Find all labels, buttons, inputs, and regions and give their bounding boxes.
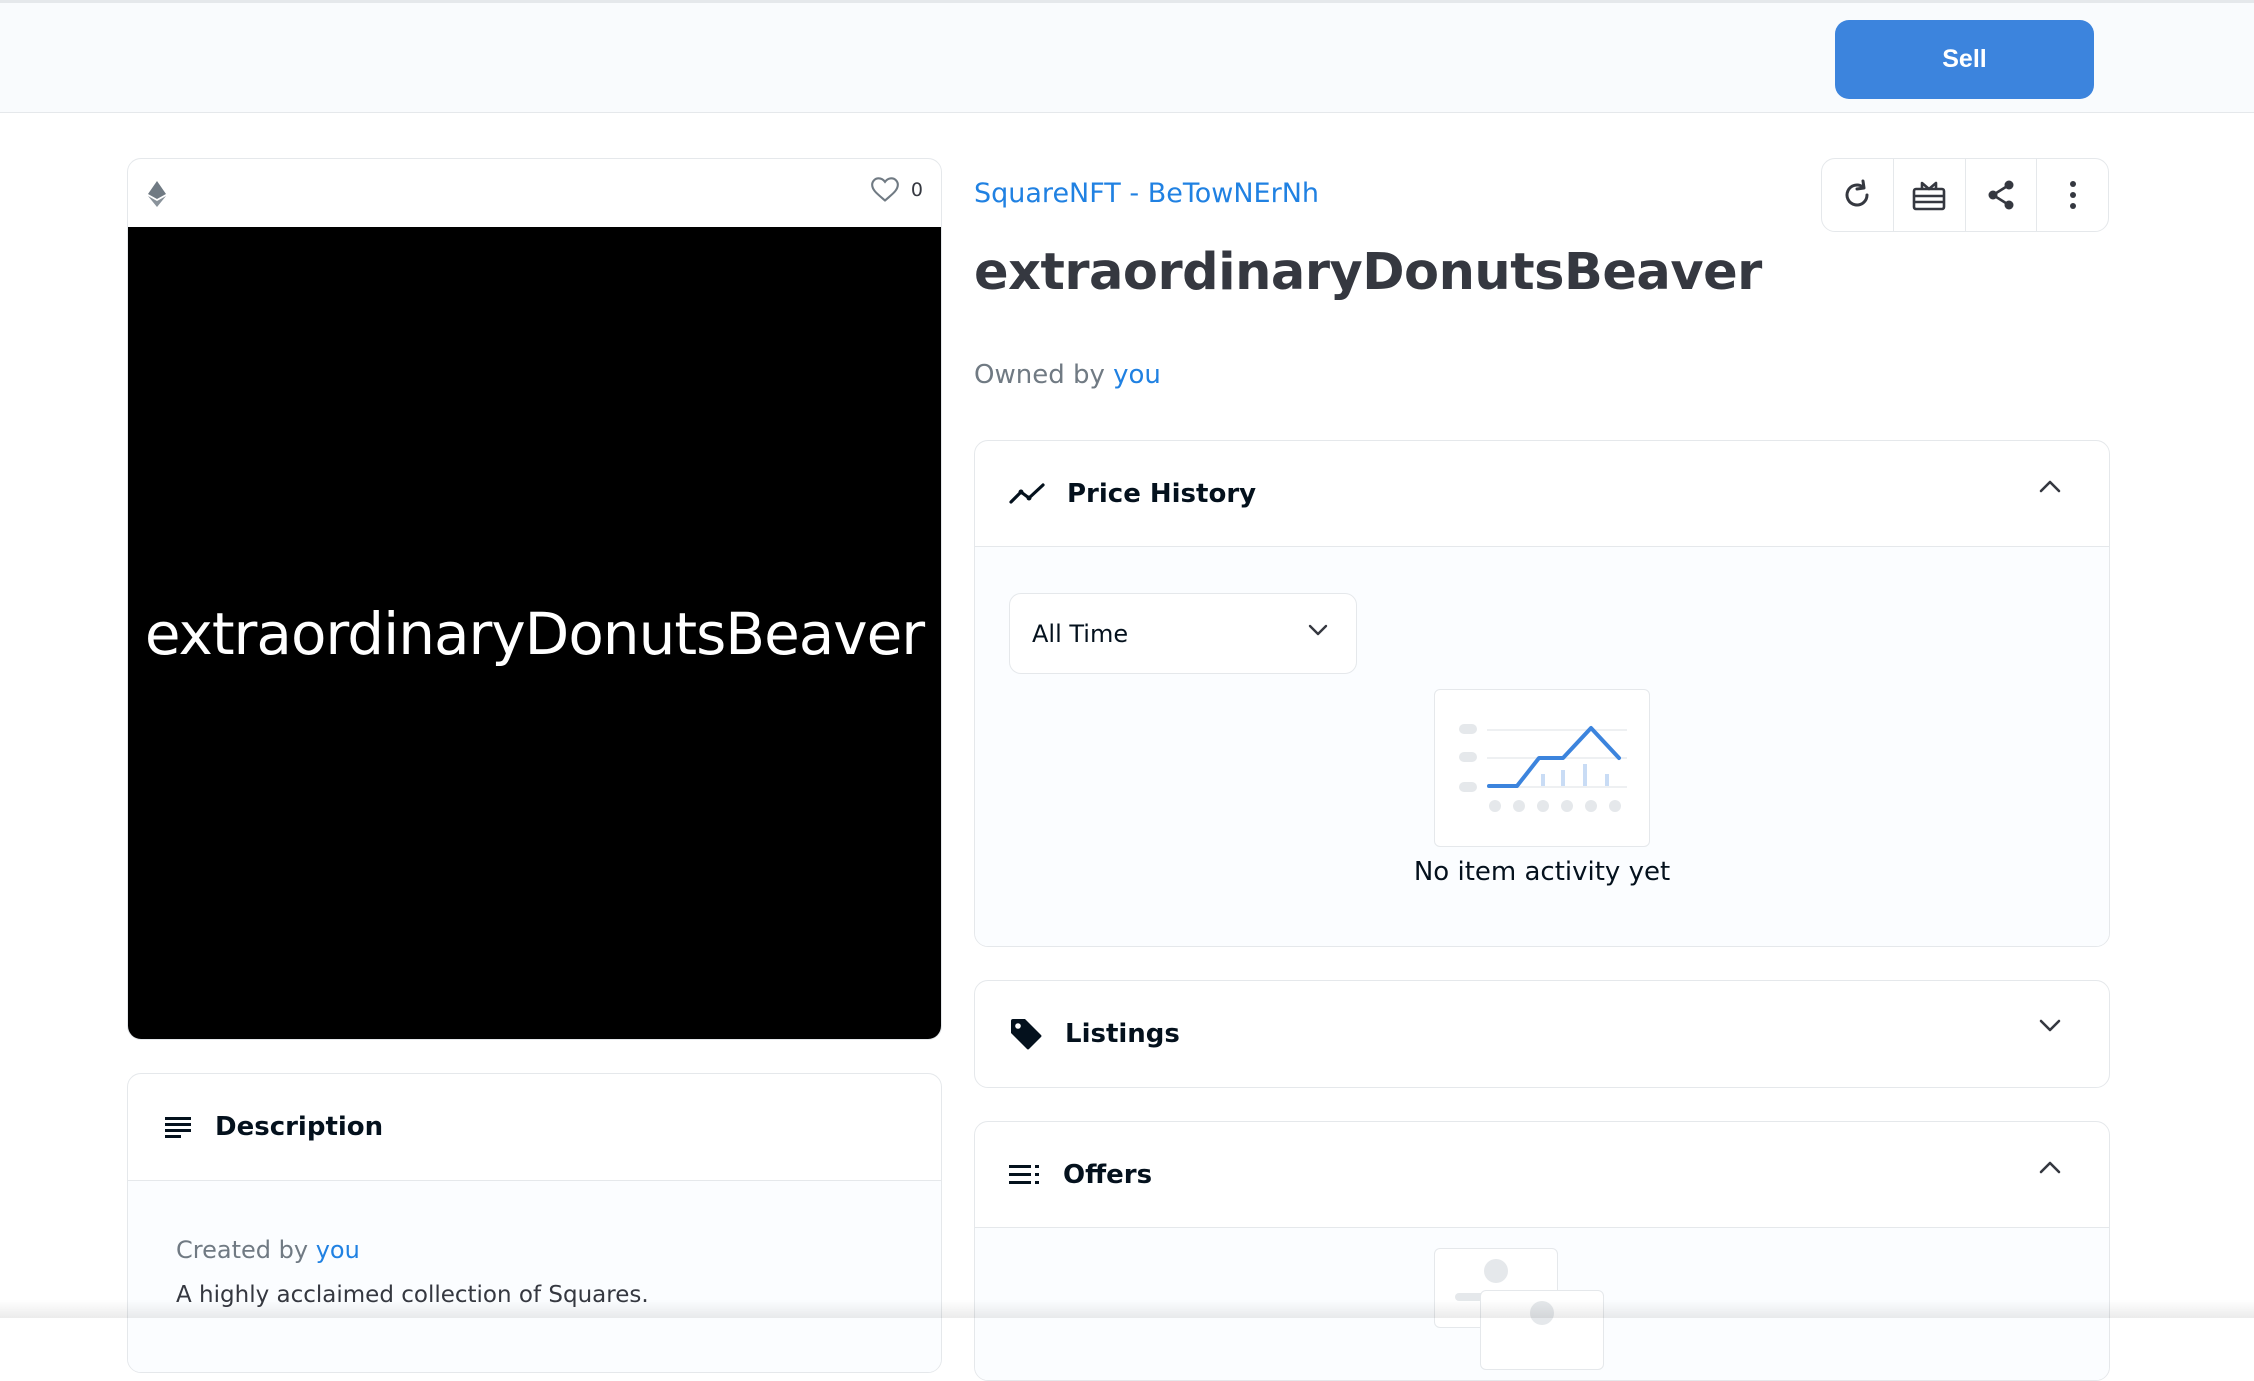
image-card-header: 0: [128, 159, 941, 227]
item-title: extraordinaryDonutsBeaver: [974, 243, 1762, 302]
transfer-button[interactable]: [1894, 159, 1966, 231]
price-history-panel: Price History All Time No item activity …: [974, 440, 2110, 947]
time-range-select[interactable]: All Time: [1009, 593, 1357, 674]
empty-activity-text: No item activity yet: [1413, 857, 1671, 887]
refresh-button[interactable]: [1822, 159, 1894, 231]
asset-image-card: 0 extraordinaryDonutsBeaver: [127, 158, 942, 1040]
offers-header[interactable]: Offers: [975, 1122, 2109, 1228]
owned-by-prefix: Owned by: [974, 360, 1105, 390]
chart-illustration-icon: [1459, 724, 1627, 812]
description-card: Description Created by you A highly accl…: [127, 1073, 942, 1373]
ethereum-icon: [148, 181, 166, 207]
offers-panel: Offers: [974, 1121, 2110, 1381]
more-options-button[interactable]: [2037, 159, 2108, 231]
offers-title: Offers: [1063, 1159, 1153, 1190]
chevron-up-icon[interactable]: [2039, 1160, 2061, 1174]
created-by-prefix: Created by: [176, 1236, 309, 1264]
collection-link[interactable]: SquareNFT - BeTowNErNh: [974, 178, 1319, 209]
price-history-title: Price History: [1067, 478, 1257, 509]
owner-link[interactable]: you: [1113, 360, 1161, 390]
asset-actions: [1821, 158, 2109, 232]
bottom-shadow: [0, 1300, 2254, 1318]
trend-line-icon: [1009, 482, 1045, 504]
tag-icon: [1011, 1019, 1042, 1050]
share-icon: [1988, 180, 2014, 210]
refresh-icon: [1845, 179, 1869, 207]
gift-icon: [1912, 181, 1946, 211]
list-icon: [1009, 1164, 1039, 1184]
favorite-count: 0: [910, 179, 923, 201]
empty-chart-illustration: [1434, 689, 1650, 847]
text-lines-icon: [165, 1117, 191, 1138]
price-history-body: All Time No item activity yet: [975, 547, 2109, 946]
sell-button[interactable]: Sell: [1835, 20, 2094, 99]
created-by: Created by you: [176, 1236, 893, 1264]
listings-header[interactable]: Listings: [975, 981, 2109, 1087]
listings-title: Listings: [1065, 1019, 1180, 1049]
top-navbar: Sell: [0, 0, 2254, 113]
more-vertical-icon: [2069, 181, 2076, 209]
listings-panel: Listings: [974, 980, 2110, 1088]
heart-icon: [871, 177, 899, 202]
creator-link[interactable]: you: [316, 1236, 360, 1264]
share-button[interactable]: [1966, 159, 2038, 231]
description-title: Description: [215, 1112, 384, 1142]
price-history-header[interactable]: Price History: [975, 441, 2109, 547]
description-body: Created by you A highly acclaimed collec…: [128, 1181, 941, 1372]
time-range-value: All Time: [1032, 619, 1129, 648]
chevron-down-icon[interactable]: [2039, 1019, 2061, 1033]
chevron-down-icon: [1308, 624, 1328, 636]
favorite-button[interactable]: 0: [871, 177, 923, 203]
nft-image-text: extraordinaryDonutsBeaver: [144, 599, 925, 668]
chevron-up-icon[interactable]: [2039, 479, 2061, 493]
owned-by: Owned by you: [974, 360, 1161, 390]
description-header[interactable]: Description: [128, 1074, 941, 1181]
nft-image[interactable]: extraordinaryDonutsBeaver: [128, 227, 941, 1039]
